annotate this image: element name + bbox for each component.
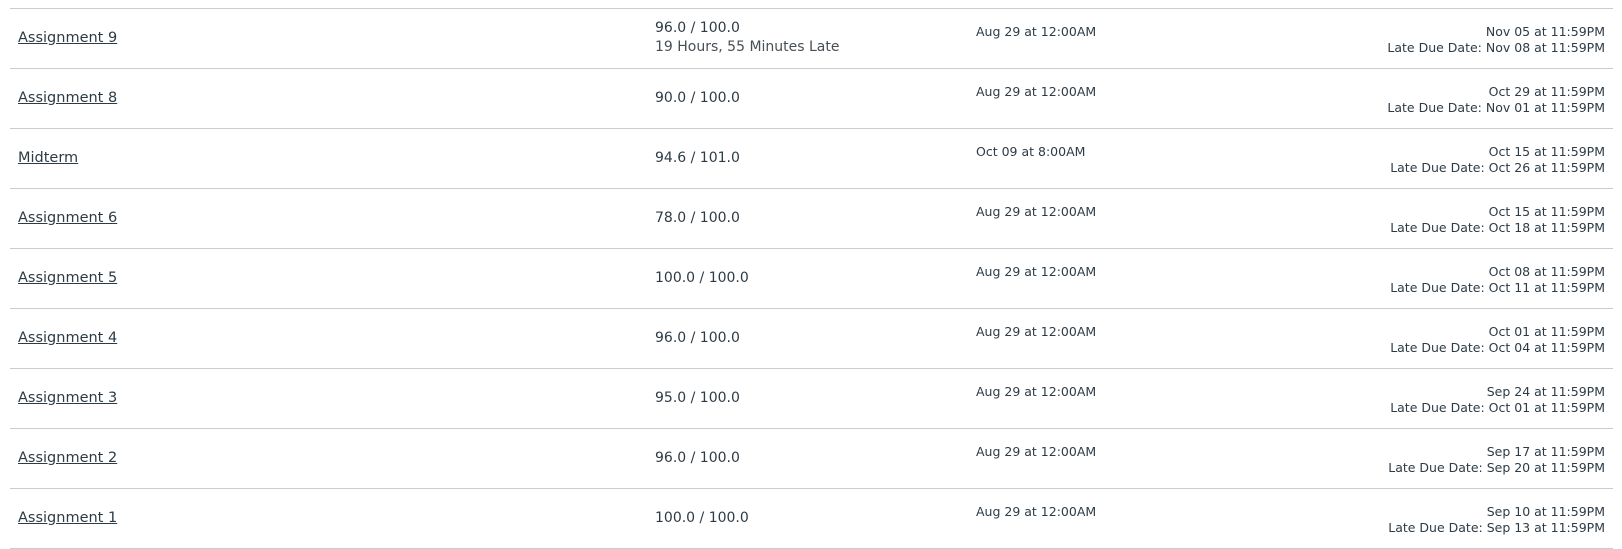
due-date: Oct 15 at 11:59PM (1488, 204, 1605, 219)
score-value: 95.0 / 100.0 (655, 390, 740, 406)
due-date: Oct 29 at 11:59PM (1488, 84, 1605, 99)
due-date-cell: Oct 08 at 11:59PM Late Due Date: Oct 11 … (1390, 264, 1605, 296)
due-date: Sep 17 at 11:59PM (1486, 444, 1605, 459)
table-row: Assignment 9 96.0 / 100.0 19 Hours, 55 M… (10, 9, 1613, 69)
released-date: Aug 29 at 12:00AM (976, 324, 1097, 339)
score-value: 100.0 / 100.0 (655, 270, 749, 286)
due-date-cell: Sep 10 at 11:59PM Late Due Date: Sep 13 … (1388, 504, 1605, 536)
due-date: Oct 08 at 11:59PM (1488, 264, 1605, 279)
score-value: 90.0 / 100.0 (655, 90, 740, 106)
late-due-date: Late Due Date: Oct 04 at 11:59PM (1390, 340, 1605, 355)
due-date-cell: Nov 05 at 11:59PM Late Due Date: Nov 08 … (1387, 24, 1605, 56)
score-cell: 96.0 / 100.0 19 Hours, 55 Minutes Late (655, 20, 840, 55)
late-note: 19 Hours, 55 Minutes Late (655, 39, 840, 55)
assignment-link[interactable]: Assignment 6 (18, 210, 117, 226)
due-date: Nov 05 at 11:59PM (1485, 24, 1605, 39)
assignment-link[interactable]: Assignment 2 (18, 450, 117, 466)
assignment-link[interactable]: Midterm (18, 150, 78, 166)
assignment-link[interactable]: Assignment 8 (18, 90, 117, 106)
table-row: Assignment 6 78.0 / 100.0 Aug 29 at 12:0… (10, 189, 1613, 249)
assignment-link[interactable]: Assignment 5 (18, 270, 117, 286)
table-row: Assignment 4 96.0 / 100.0 Aug 29 at 12:0… (10, 309, 1613, 369)
released-date: Oct 09 at 8:00AM (976, 144, 1086, 159)
due-date-cell: Oct 01 at 11:59PM Late Due Date: Oct 04 … (1390, 324, 1605, 356)
table-row: Assignment 2 96.0 / 100.0 Aug 29 at 12:0… (10, 429, 1613, 489)
assignment-link[interactable]: Assignment 1 (18, 510, 117, 526)
late-due-date: Late Due Date: Sep 20 at 11:59PM (1388, 460, 1605, 475)
table-row: Assignment 5 100.0 / 100.0 Aug 29 at 12:… (10, 249, 1613, 309)
due-date: Oct 15 at 11:59PM (1488, 144, 1605, 159)
score-value: 96.0 / 100.0 (655, 20, 740, 36)
due-date: Sep 24 at 11:59PM (1486, 384, 1605, 399)
late-due-date: Late Due Date: Nov 01 at 11:59PM (1387, 100, 1605, 115)
released-date: Aug 29 at 12:00AM (976, 444, 1097, 459)
score-value: 94.6 / 101.0 (655, 150, 740, 166)
due-date: Oct 01 at 11:59PM (1488, 324, 1605, 339)
released-date: Aug 29 at 12:00AM (976, 504, 1097, 519)
released-date: Aug 29 at 12:00AM (976, 384, 1097, 399)
late-due-date: Late Due Date: Sep 13 at 11:59PM (1388, 520, 1605, 535)
late-due-date: Late Due Date: Oct 18 at 11:59PM (1390, 220, 1605, 235)
late-due-date: Late Due Date: Oct 26 at 11:59PM (1390, 160, 1605, 175)
late-due-date: Late Due Date: Oct 11 at 11:59PM (1390, 280, 1605, 295)
due-date-cell: Oct 15 at 11:59PM Late Due Date: Oct 26 … (1390, 144, 1605, 176)
assignment-link[interactable]: Assignment 3 (18, 390, 117, 406)
released-date: Aug 29 at 12:00AM (976, 24, 1097, 39)
table-row: Assignment 3 95.0 / 100.0 Aug 29 at 12:0… (10, 369, 1613, 429)
due-date: Sep 10 at 11:59PM (1486, 504, 1605, 519)
due-date-cell: Oct 29 at 11:59PM Late Due Date: Nov 01 … (1387, 84, 1605, 116)
released-date: Aug 29 at 12:00AM (976, 264, 1097, 279)
assignment-link[interactable]: Assignment 4 (18, 330, 117, 346)
table-row: Assignment 1 100.0 / 100.0 Aug 29 at 12:… (10, 489, 1613, 549)
assignment-link[interactable]: Assignment 9 (18, 30, 117, 46)
score-value: 96.0 / 100.0 (655, 330, 740, 346)
late-due-date: Late Due Date: Oct 01 at 11:59PM (1390, 400, 1605, 415)
late-due-date: Late Due Date: Nov 08 at 11:59PM (1387, 40, 1605, 55)
assignments-table: Assignment 9 96.0 / 100.0 19 Hours, 55 M… (10, 8, 1613, 549)
due-date-cell: Sep 17 at 11:59PM Late Due Date: Sep 20 … (1388, 444, 1605, 476)
score-value: 78.0 / 100.0 (655, 210, 740, 226)
score-value: 100.0 / 100.0 (655, 510, 749, 526)
released-date: Aug 29 at 12:00AM (976, 204, 1097, 219)
table-row: Assignment 8 90.0 / 100.0 Aug 29 at 12:0… (10, 69, 1613, 129)
due-date-cell: Sep 24 at 11:59PM Late Due Date: Oct 01 … (1390, 384, 1605, 416)
due-date-cell: Oct 15 at 11:59PM Late Due Date: Oct 18 … (1390, 204, 1605, 236)
score-value: 96.0 / 100.0 (655, 450, 740, 466)
table-row: Midterm 94.6 / 101.0 Oct 09 at 8:00AM Oc… (10, 129, 1613, 189)
released-date: Aug 29 at 12:00AM (976, 84, 1097, 99)
